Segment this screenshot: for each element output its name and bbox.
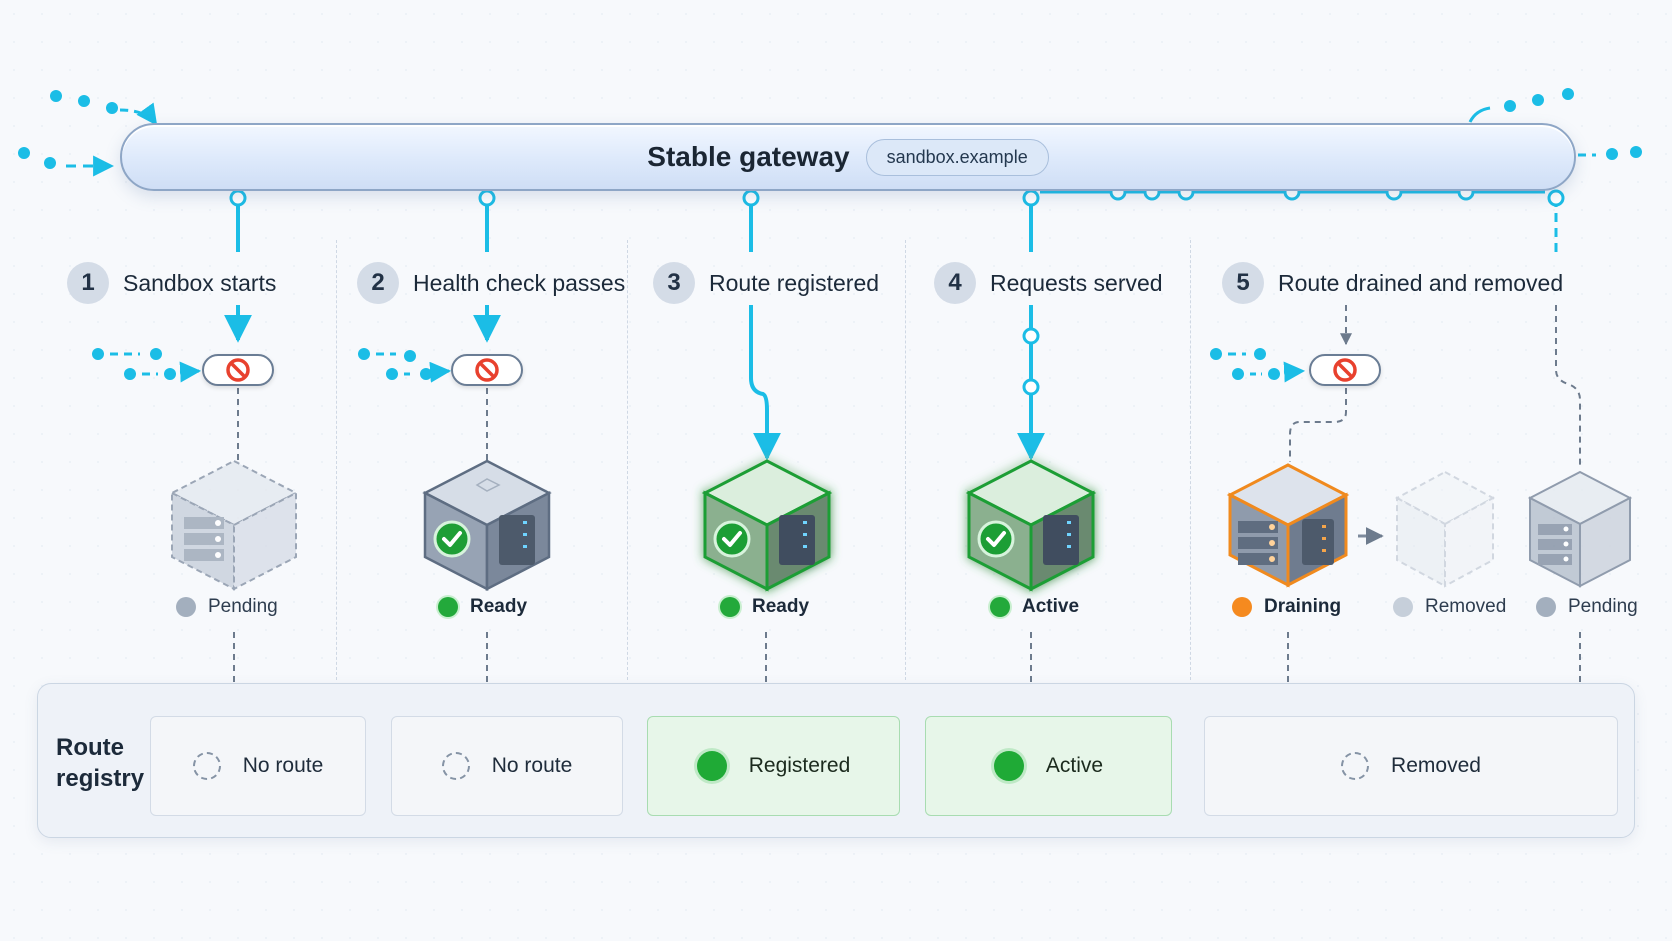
registry-cell-removed: Removed (1204, 716, 1618, 816)
step-number: 4 (934, 262, 976, 304)
column-divider (905, 240, 906, 680)
empty-ring-icon (192, 752, 221, 780)
gateway-host-badge: sandbox.example (865, 138, 1049, 176)
registry-cell-label: No route (242, 754, 324, 777)
gateway-taps (229, 189, 1565, 252)
step-label: Health check passes (413, 269, 626, 296)
column-divider (336, 240, 337, 680)
stable-gateway: Stable gateway sandbox.example (120, 123, 1576, 191)
step-number: 3 (653, 262, 695, 304)
step-label: Route registered (709, 269, 880, 296)
registry-cell-no-route: No route (150, 716, 366, 816)
column-divider (627, 240, 628, 680)
check-badge-icon (433, 520, 471, 558)
server-cube-icon (1527, 470, 1633, 588)
step-label: Route drained and removed (1278, 269, 1564, 296)
check-badge-icon (713, 520, 751, 558)
registry-cell-label: Active (1045, 754, 1104, 777)
step-1-title: 1 Sandbox starts (67, 262, 276, 304)
step-number: 5 (1222, 262, 1264, 304)
traffic-blocker (1309, 354, 1381, 386)
status-label: Ready (752, 596, 810, 617)
status-badge: Ready (438, 596, 527, 618)
step-5-title: 5 Route drained and removed (1222, 262, 1563, 304)
status-dot (720, 597, 740, 617)
registry-title-line: registry (56, 765, 145, 792)
status-badge: Active (990, 596, 1079, 618)
status-label: Removed (1425, 596, 1507, 617)
status-label: Pending (1568, 596, 1638, 617)
server-cube-icon (1226, 463, 1350, 588)
gateway-title: Stable gateway (647, 141, 850, 172)
registry-cell-label: No route (491, 754, 573, 777)
empty-ring-icon (441, 752, 470, 780)
step-2-title: 2 Health check passes (357, 262, 625, 304)
registry-cell-registered: Registered (647, 716, 900, 816)
server-cube-icon (1394, 470, 1496, 588)
status-label: Pending (208, 596, 278, 617)
registry-title-line: Route (56, 734, 124, 761)
blocked-icon (475, 358, 499, 382)
status-badge: Ready (720, 596, 809, 618)
status-badge: Removed (1393, 596, 1506, 618)
status-label: Ready (470, 596, 528, 617)
status-label: Draining (1264, 596, 1342, 617)
status-badge: Pending (1536, 596, 1638, 618)
server-cube-icon (169, 459, 299, 591)
server-cube-icon (422, 459, 552, 592)
status-dot (1232, 597, 1252, 617)
status-dot (1536, 597, 1556, 617)
server-cube-icon (965, 459, 1097, 592)
registry-cell-label: Removed (1391, 754, 1481, 777)
status-dot (438, 597, 458, 617)
step-label: Sandbox starts (123, 269, 277, 296)
step-number: 2 (357, 262, 399, 304)
step-label: Requests served (990, 269, 1163, 296)
empty-ring-icon (1341, 752, 1370, 780)
step-3-title: 3 Route registered (653, 262, 879, 304)
server-cube-icon (701, 459, 833, 592)
active-dot-icon (993, 751, 1024, 781)
registered-dot-icon (696, 751, 727, 781)
status-badge: Pending (176, 596, 278, 618)
traffic-blocker (202, 354, 274, 386)
registry-title: Route registry (56, 732, 144, 794)
status-dot (176, 597, 196, 617)
status-label: Active (1022, 596, 1080, 617)
step-number: 1 (67, 262, 109, 304)
registry-cell-active: Active (925, 716, 1172, 816)
route-registry: Route registry No route No route Registe… (37, 683, 1635, 838)
status-dot (990, 597, 1010, 617)
status-dot (1393, 597, 1413, 617)
registry-cell-no-route: No route (391, 716, 623, 816)
step-4-title: 4 Requests served (934, 262, 1163, 304)
traffic-blocker (451, 354, 523, 386)
blocked-icon (226, 358, 250, 382)
status-badge: Draining (1232, 596, 1341, 618)
check-badge-icon (977, 520, 1015, 558)
registry-cell-label: Registered (748, 754, 851, 777)
column-divider (1190, 240, 1191, 680)
blocked-icon (1333, 358, 1357, 382)
